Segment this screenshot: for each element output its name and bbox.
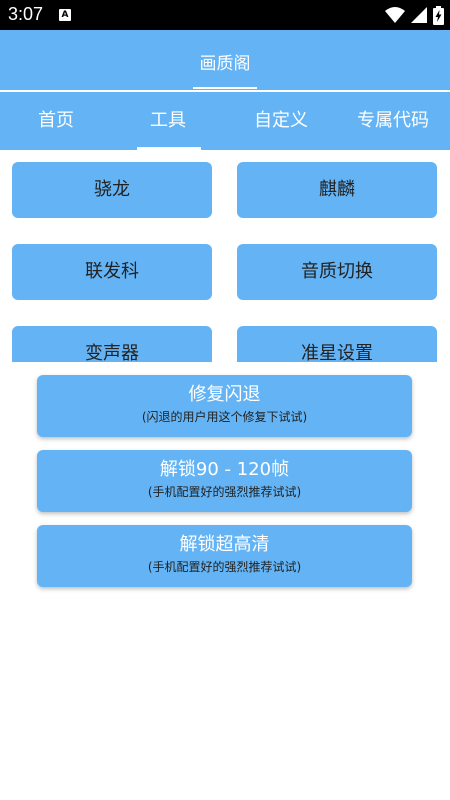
tab-exclusive-code[interactable]: 专属代码 xyxy=(337,92,449,150)
unlock-hd-subtitle: (手机配置好的强烈推荐试试) xyxy=(147,560,302,574)
fix-crash-button[interactable]: 修复闪退 (闪退的用户用这个修复下试试) xyxy=(37,375,412,437)
unlock-fps-title: 解锁90 - 120帧 xyxy=(159,459,290,480)
signal-icon xyxy=(411,7,427,23)
tab-custom[interactable]: 自定义 xyxy=(225,92,337,150)
audio-quality-switch-button[interactable]: 音质切换 xyxy=(237,244,437,300)
fix-crash-title: 修复闪退 xyxy=(188,384,261,405)
voice-changer-button[interactable]: 变声器 xyxy=(12,326,212,362)
status-time: 3:07 xyxy=(8,4,44,24)
status-icons xyxy=(385,5,444,25)
status-bar: 3:07 A xyxy=(0,0,450,30)
mediatek-button[interactable]: 联发科 xyxy=(12,244,212,300)
wifi-icon xyxy=(385,7,405,23)
battery-charging-icon xyxy=(433,5,444,25)
app-title-underline xyxy=(193,87,257,89)
unlock-ultra-hd-button[interactable]: 解锁超高清 (手机配置好的强烈推荐试试) xyxy=(37,525,412,587)
unlock-90-120fps-button[interactable]: 解锁90 - 120帧 (手机配置好的强烈推荐试试) xyxy=(37,450,412,512)
tool-grid[interactable]: 骁龙 麒麟 联发科 音质切换 变声器 准星设置 xyxy=(0,150,450,362)
app-bar: 画质阁 xyxy=(0,30,450,90)
fix-crash-subtitle: (闪退的用户用这个修复下试试) xyxy=(141,410,308,424)
app-title: 画质阁 xyxy=(199,54,251,74)
tab-home[interactable]: 首页 xyxy=(0,92,112,150)
notification-a-icon: A xyxy=(59,9,71,21)
snapdragon-button[interactable]: 骁龙 xyxy=(12,162,212,218)
tab-tools[interactable]: 工具 xyxy=(112,92,224,150)
unlock-fps-subtitle: (手机配置好的强烈推荐试试) xyxy=(147,485,302,499)
crosshair-settings-button[interactable]: 准星设置 xyxy=(237,326,437,362)
unlock-hd-title: 解锁超高清 xyxy=(179,534,270,555)
tab-bar: 首页 工具 自定义 专属代码 xyxy=(0,92,450,150)
kirin-button[interactable]: 麒麟 xyxy=(237,162,437,218)
